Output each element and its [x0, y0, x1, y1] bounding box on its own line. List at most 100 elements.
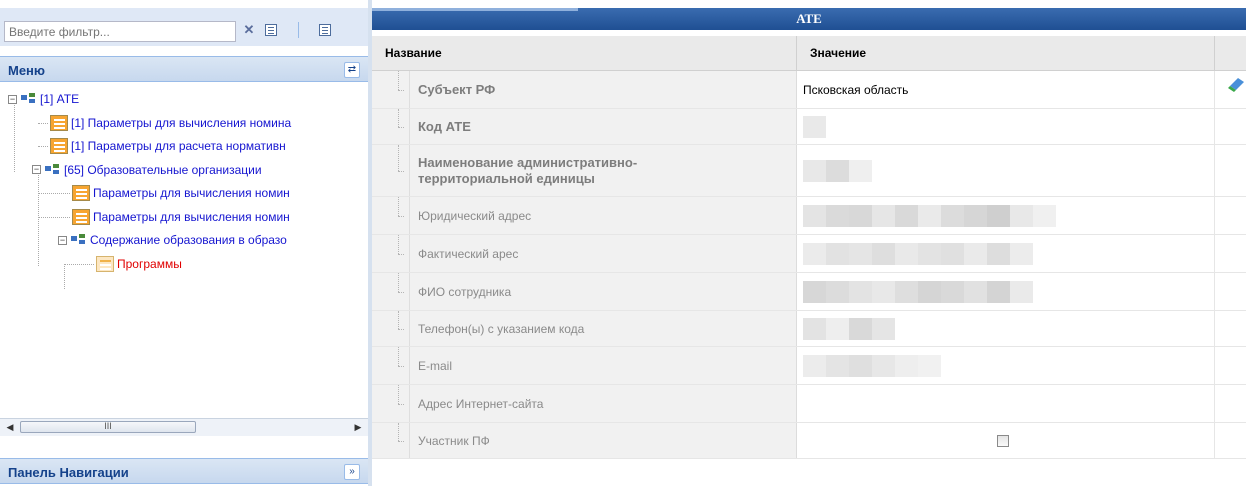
table-icon — [96, 255, 114, 272]
tree-guide — [392, 235, 410, 272]
grid-row[interactable]: Участник ПФ — [372, 423, 1246, 459]
tree-leaf-node[interactable]: [1] Параметры для вычисления номина — [50, 113, 291, 133]
tree-connector — [64, 263, 94, 265]
property-name-cell: Фактический арес — [372, 235, 797, 272]
property-value-cell[interactable] — [797, 347, 1215, 384]
menu-panel-title: Меню — [8, 63, 46, 78]
left-panel: ✕ Меню ⇄ − [1] АТЕ [1] Параметры для вычис… — [0, 0, 368, 486]
grid-row[interactable]: Наименование административно-территориал… — [372, 145, 1246, 197]
group-icon — [71, 234, 87, 246]
collapse-node-icon[interactable]: − — [8, 94, 17, 104]
table-icon — [72, 185, 90, 201]
tree-guide — [392, 197, 410, 234]
tree-connector — [38, 122, 48, 124]
property-name-cell: Наименование административно-территориал… — [372, 145, 797, 196]
tree-node-label: Программы — [117, 256, 182, 271]
property-name-cell: ФИО сотрудника — [372, 273, 797, 310]
tree-leaf-node[interactable]: [1] Параметры для расчета нормативн — [50, 136, 286, 156]
collapse-node-icon[interactable]: − — [58, 235, 67, 245]
property-name: Участник ПФ — [418, 433, 490, 448]
chevron-down-double-icon[interactable]: » — [344, 464, 360, 480]
tree-guide — [392, 71, 410, 108]
property-name: Фактический арес — [418, 246, 519, 261]
property-value-cell[interactable]: Псковская область — [797, 71, 1215, 108]
scroll-right-icon[interactable]: ▶ — [350, 420, 366, 435]
grid-row[interactable]: Код АТЕ — [372, 109, 1246, 145]
grid-row[interactable]: ФИО сотрудника — [372, 273, 1246, 311]
grid-row[interactable]: Субъект РФ Псковская область — [372, 71, 1246, 109]
redacted-value — [803, 317, 895, 340]
record-panel: АТЕ Название Значение Субъект РФ Псковска… — [372, 0, 1246, 486]
expand-all-icon[interactable] — [262, 20, 280, 40]
property-value-cell[interactable] — [797, 109, 1215, 144]
grid-row[interactable]: Фактический арес — [372, 235, 1246, 273]
tree-guide — [392, 385, 410, 422]
redacted-value — [803, 115, 826, 138]
grid-row[interactable]: Адрес Интернет-сайта — [372, 385, 1246, 423]
redacted-value — [803, 280, 1033, 303]
redacted-value — [803, 354, 941, 377]
menu-panel-header[interactable]: Меню ⇄ — [0, 56, 368, 82]
property-value-cell[interactable] — [797, 385, 1215, 422]
tree-leaf-node[interactable]: Параметры для вычисления номин — [72, 207, 290, 227]
property-name-cell: Субъект РФ — [372, 71, 797, 108]
tree-group-node[interactable]: − [65] Образовательные организации — [32, 160, 262, 180]
redacted-value — [803, 204, 1056, 227]
tree-node-label: [1] АТЕ — [40, 92, 80, 106]
property-value-cell[interactable] — [797, 197, 1215, 234]
tree-connector — [38, 193, 70, 194]
scroll-left-icon[interactable]: ◀ — [2, 420, 18, 435]
collapse-node-icon[interactable]: − — [32, 165, 41, 174]
tree-connector — [64, 266, 65, 289]
grid-row[interactable]: Юридический адрес — [372, 197, 1246, 235]
property-value-cell[interactable] — [797, 273, 1215, 310]
navigation-panel-title: Панель Навигации — [8, 465, 129, 480]
scrollbar-thumb[interactable]: III — [20, 421, 196, 433]
tree-node-label: Параметры для вычисления номин — [93, 209, 290, 224]
clear-filter-icon[interactable]: ✕ — [240, 20, 258, 40]
tree-guide — [392, 273, 410, 310]
tree-horizontal-scrollbar[interactable]: ◀ III ▶ — [0, 418, 368, 436]
tree-guide — [392, 109, 410, 144]
grid-row[interactable]: E-mail — [372, 347, 1246, 385]
grid-header: Название Значение — [372, 36, 1246, 71]
tree-guide — [392, 347, 410, 384]
grid-row[interactable]: Телефон(ы) с указанием кода — [372, 311, 1246, 347]
refresh-icon[interactable]: ⇄ — [344, 62, 360, 78]
property-name: Адрес Интернет-сайта — [418, 396, 544, 411]
participant-checkbox[interactable] — [997, 434, 1009, 447]
menu-tree: − [1] АТЕ [1] Параметры для вычисления ном… — [0, 84, 368, 414]
property-name: E-mail — [418, 358, 453, 373]
tree-node-label: [1] Параметры для вычисления номина — [71, 115, 292, 130]
tree-connector — [14, 98, 15, 172]
property-value-cell[interactable] — [797, 311, 1215, 346]
property-name-cell: Адрес Интернет-сайта — [372, 385, 797, 422]
property-name: ФИО сотрудника — [418, 284, 512, 299]
filter-input[interactable] — [4, 21, 236, 42]
property-name-cell: Юридический адрес — [372, 197, 797, 234]
property-value-cell[interactable] — [797, 423, 1215, 458]
tree-leaf-node[interactable]: Параметры для вычисления номин — [72, 183, 290, 203]
navigation-panel-header[interactable]: Панель Навигации » — [0, 458, 368, 484]
redacted-value — [803, 159, 872, 182]
toolbar-separator — [298, 22, 299, 38]
tree-leaf-node[interactable]: Программы — [96, 254, 182, 274]
property-value-cell[interactable] — [797, 145, 1215, 196]
property-value-cell[interactable] — [797, 235, 1215, 272]
column-header-name[interactable]: Название — [372, 36, 797, 71]
tree-group-node[interactable]: − Содержание образования в образо — [58, 230, 287, 250]
property-name-cell: Телефон(ы) с указанием кода — [372, 311, 797, 346]
column-header-value[interactable]: Значение — [797, 36, 1215, 71]
tree-guide — [392, 311, 410, 346]
title-accent — [372, 8, 578, 11]
table-icon — [72, 208, 90, 225]
edit-record-icon[interactable] — [1226, 74, 1246, 94]
property-value: Псковская область — [803, 82, 909, 97]
collapse-all-icon[interactable] — [316, 20, 334, 40]
tree-guide — [392, 423, 410, 458]
tree-group-node[interactable]: − [1] АТЕ — [8, 89, 79, 109]
filter-toolbar: ✕ — [0, 8, 368, 46]
tree-connector — [38, 169, 39, 266]
tree-connector — [38, 146, 48, 147]
tree-node-label: Содержание образования в образо — [90, 233, 287, 247]
